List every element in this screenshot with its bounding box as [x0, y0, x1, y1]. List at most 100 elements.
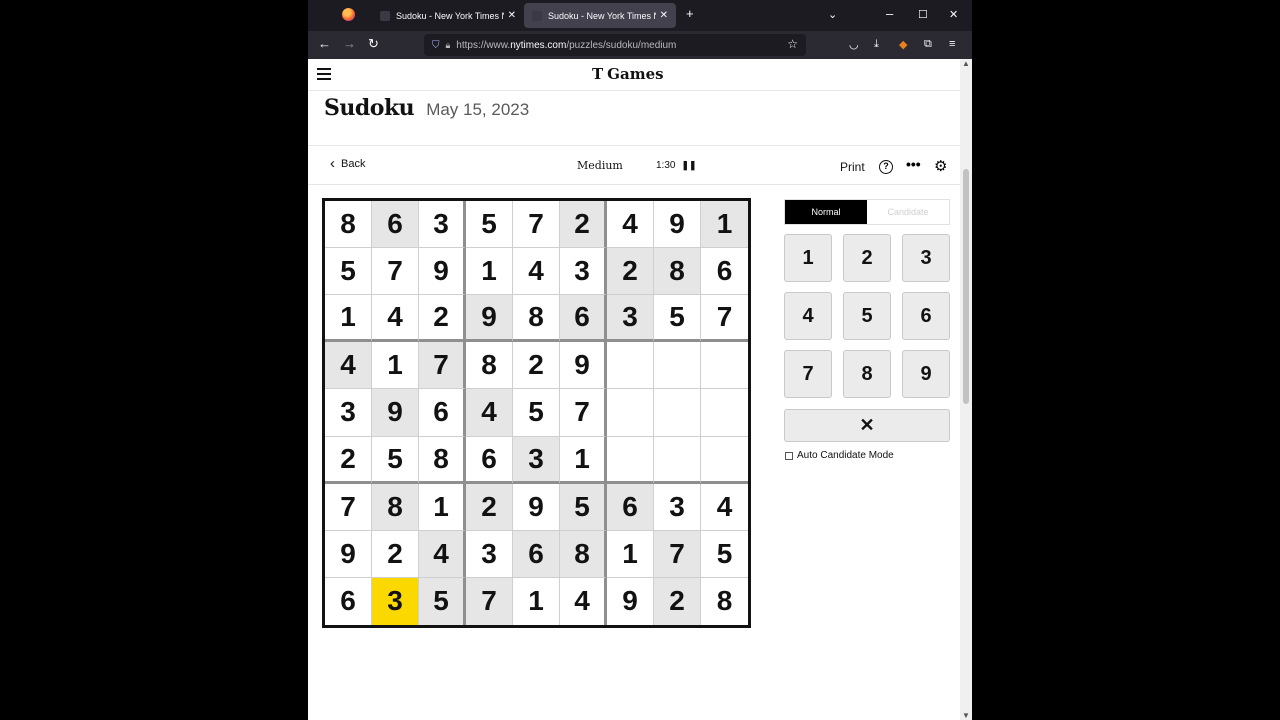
close-tab-icon[interactable]: ✕	[508, 10, 516, 21]
grid-cell[interactable]: 2	[325, 436, 372, 484]
grid-cell[interactable]: 3	[372, 577, 419, 625]
normal-mode-button[interactable]: Normal	[785, 200, 867, 224]
grid-cell[interactable]: 7	[325, 483, 372, 531]
grid-cell[interactable]: 1	[372, 342, 419, 390]
forward-arrow-icon[interactable]: →	[343, 36, 356, 51]
keypad-2-button[interactable]: 2	[843, 234, 891, 282]
grid-cell[interactable]	[701, 342, 748, 390]
grid-cell[interactable]: 6	[372, 201, 419, 249]
grid-cell[interactable]: 2	[372, 530, 419, 578]
metamask-extension-icon[interactable]: ◆	[899, 38, 907, 51]
grid-cell[interactable]: 7	[513, 201, 560, 249]
scroll-up-icon[interactable]: ▲	[962, 59, 970, 68]
keypad-1-button[interactable]: 1	[784, 234, 832, 282]
grid-cell[interactable]: 6	[513, 530, 560, 578]
grid-cell[interactable]: 2	[419, 295, 466, 343]
checkbox[interactable]	[785, 451, 793, 460]
grid-cell[interactable]: 6	[701, 248, 748, 296]
app-menu-icon[interactable]: ≡	[949, 38, 955, 50]
grid-cell[interactable]: 3	[466, 530, 513, 578]
grid-cell[interactable]: 4	[560, 577, 607, 625]
back-arrow-icon[interactable]: ←	[318, 36, 331, 51]
grid-cell[interactable]: 4	[607, 201, 654, 249]
browser-tab-active[interactable]: Sudoku - New York Times Num ✕	[524, 3, 676, 28]
grid-cell[interactable]: 6	[419, 389, 466, 437]
downloads-icon[interactable]: ⤓	[874, 38, 879, 51]
nyt-games-logo[interactable]: T Games	[592, 65, 664, 83]
grid-cell[interactable]: 7	[466, 577, 513, 625]
grid-cell[interactable]: 4	[372, 295, 419, 343]
keypad-3-button[interactable]: 3	[902, 234, 950, 282]
grid-cell[interactable]: 9	[325, 530, 372, 578]
list-tabs-icon[interactable]: ⌄	[828, 8, 837, 21]
browser-tab[interactable]: Sudoku - New York Times Num ✕	[372, 3, 524, 28]
grid-cell[interactable]: 4	[701, 483, 748, 531]
grid-cell[interactable]: 3	[419, 201, 466, 249]
grid-cell[interactable]: 8	[560, 530, 607, 578]
scrollbar-thumb[interactable]	[963, 169, 969, 404]
grid-cell[interactable]: 9	[560, 342, 607, 390]
keypad-5-button[interactable]: 5	[843, 292, 891, 340]
grid-cell[interactable]: 5	[654, 295, 701, 343]
lock-icon[interactable]: 🔒︎	[446, 40, 451, 51]
minimize-icon[interactable]: –	[886, 6, 893, 21]
grid-cell[interactable]: 5	[419, 577, 466, 625]
grid-cell[interactable]: 8	[372, 483, 419, 531]
grid-cell[interactable]: 2	[560, 201, 607, 249]
grid-cell[interactable]: 2	[466, 483, 513, 531]
grid-cell[interactable]: 1	[325, 295, 372, 343]
grid-cell[interactable]: 3	[607, 295, 654, 343]
grid-cell[interactable]	[607, 436, 654, 484]
grid-cell[interactable]: 9	[466, 295, 513, 343]
grid-cell[interactable]: 2	[607, 248, 654, 296]
grid-cell[interactable]	[607, 389, 654, 437]
grid-cell[interactable]: 8	[701, 577, 748, 625]
erase-button[interactable]: ✕	[784, 409, 950, 442]
auto-candidate-toggle[interactable]: Auto Candidate Mode	[785, 450, 894, 461]
tracking-shield-icon[interactable]: ⛉	[432, 40, 440, 51]
grid-cell[interactable]	[701, 389, 748, 437]
new-tab-icon[interactable]: +	[686, 6, 694, 21]
grid-cell[interactable]: 4	[419, 530, 466, 578]
grid-cell[interactable]: 1	[513, 577, 560, 625]
extensions-icon[interactable]: ⧉	[924, 38, 932, 51]
grid-cell[interactable]: 7	[560, 389, 607, 437]
grid-cell[interactable]: 9	[654, 201, 701, 249]
grid-cell[interactable]: 5	[466, 201, 513, 249]
maximize-icon[interactable]: ☐	[918, 8, 928, 21]
grid-cell[interactable]	[654, 436, 701, 484]
grid-cell[interactable]: 5	[372, 436, 419, 484]
keypad-8-button[interactable]: 8	[843, 350, 891, 398]
grid-cell[interactable]: 4	[466, 389, 513, 437]
grid-cell[interactable]: 3	[513, 436, 560, 484]
grid-cell[interactable]: 6	[466, 436, 513, 484]
grid-cell[interactable]: 7	[372, 248, 419, 296]
reload-icon[interactable]: ↻	[368, 36, 379, 52]
firefox-view-icon[interactable]	[342, 8, 355, 21]
keypad-6-button[interactable]: 6	[902, 292, 950, 340]
pause-icon[interactable]: ❚❚	[681, 160, 696, 171]
grid-cell[interactable]: 9	[607, 577, 654, 625]
grid-cell[interactable]: 4	[513, 248, 560, 296]
grid-cell[interactable]: 3	[560, 248, 607, 296]
grid-cell[interactable]: 3	[654, 483, 701, 531]
grid-cell[interactable]: 9	[513, 483, 560, 531]
grid-cell[interactable]: 9	[372, 389, 419, 437]
grid-cell[interactable]	[654, 342, 701, 390]
grid-cell[interactable]: 5	[513, 389, 560, 437]
grid-cell[interactable]: 7	[654, 530, 701, 578]
back-button[interactable]: ‹ Back	[330, 156, 365, 171]
print-button[interactable]: Print	[840, 160, 865, 174]
grid-cell[interactable]: 8	[654, 248, 701, 296]
grid-cell[interactable]: 8	[419, 436, 466, 484]
grid-cell[interactable]: 7	[701, 295, 748, 343]
keypad-4-button[interactable]: 4	[784, 292, 832, 340]
grid-cell[interactable]: 6	[325, 577, 372, 625]
grid-cell[interactable]	[607, 342, 654, 390]
keypad-9-button[interactable]: 9	[902, 350, 950, 398]
url-bar[interactable]: ⛉ 🔒︎ https://www. nytimes.com/puzzles/sud…	[424, 34, 806, 56]
grid-cell[interactable]: 8	[513, 295, 560, 343]
grid-cell[interactable]	[654, 389, 701, 437]
settings-gear-icon[interactable]: ⚙	[934, 157, 947, 175]
grid-cell[interactable]: 5	[560, 483, 607, 531]
